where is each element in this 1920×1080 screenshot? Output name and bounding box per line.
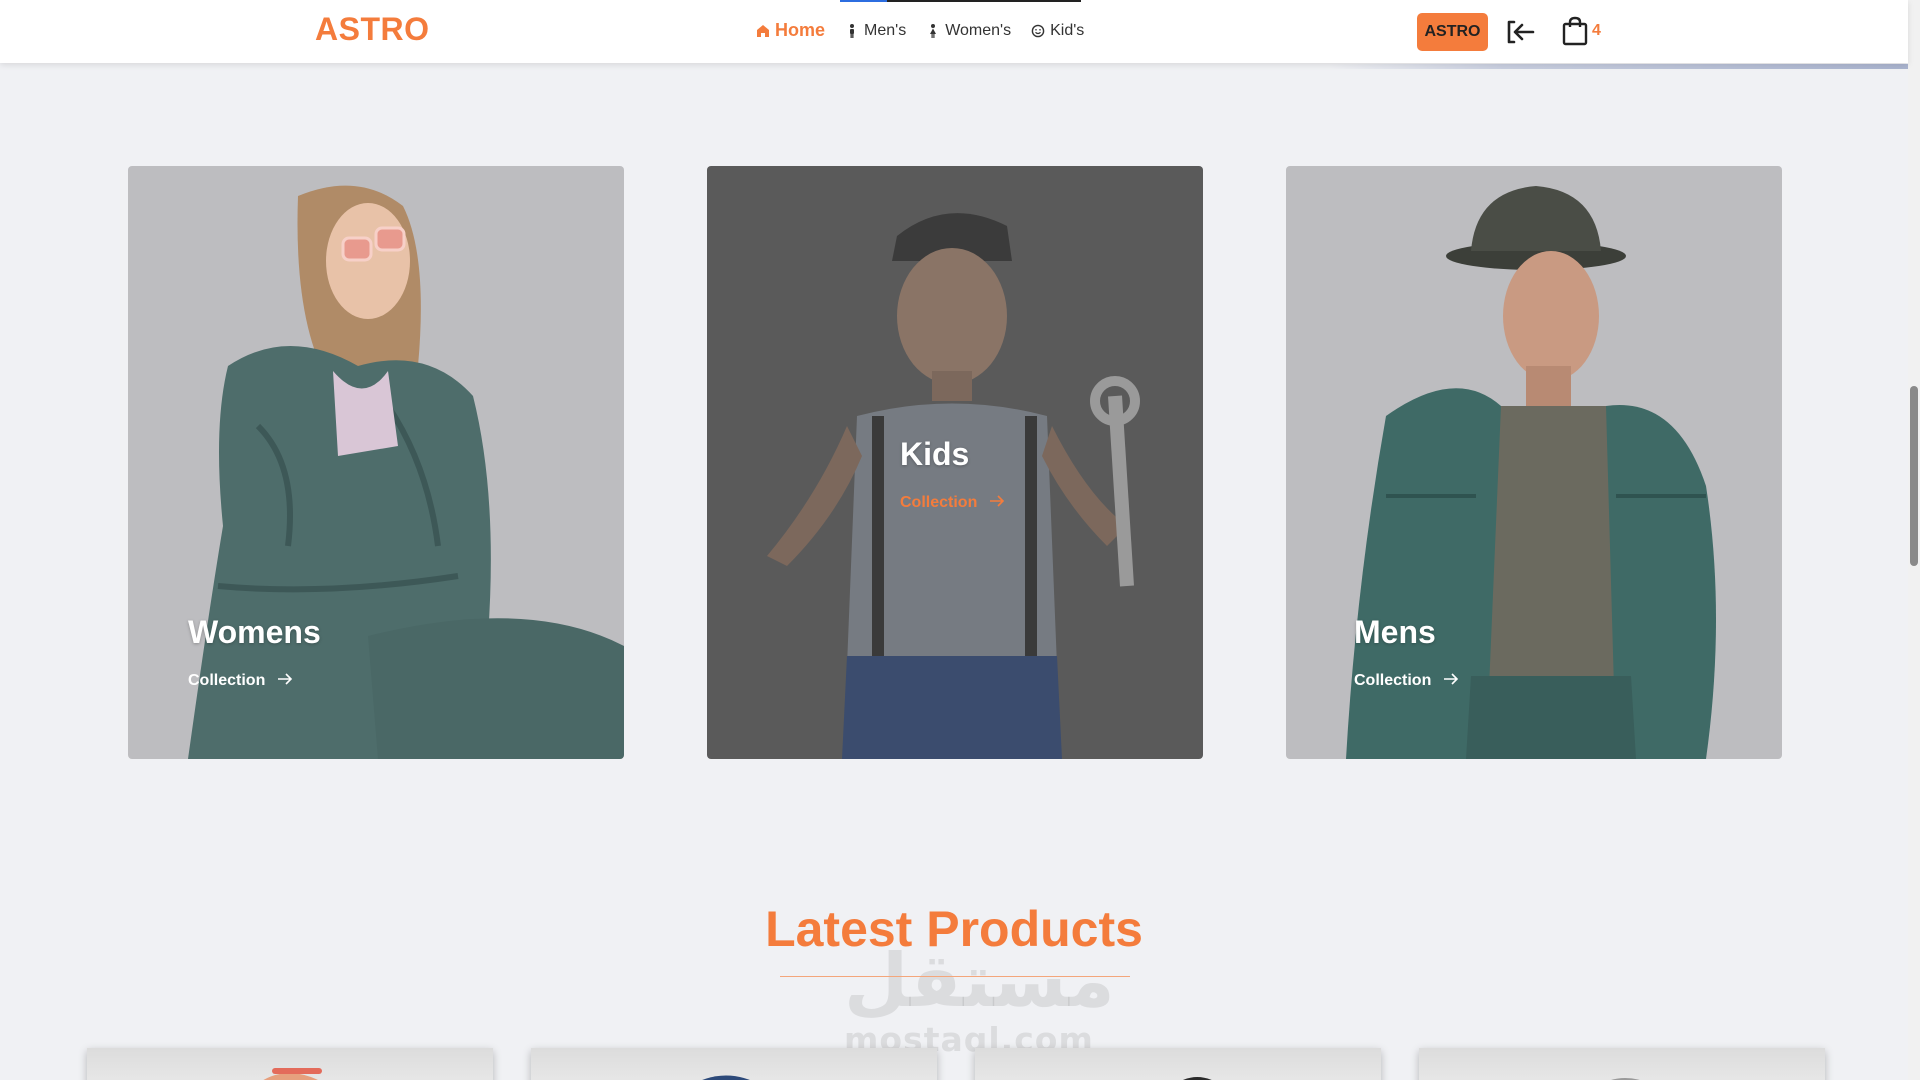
watermark: مستقل mostaql.com	[844, 940, 1115, 1060]
main-nav: Home Men's Women's Kid's	[756, 20, 1104, 41]
cart-button[interactable]: 4	[1562, 16, 1601, 51]
product-card[interactable]	[87, 1048, 493, 1080]
shopping-bag-icon	[1562, 16, 1588, 51]
nav-item-mens[interactable]: Men's	[845, 22, 906, 40]
collection-title: Mens	[1354, 614, 1436, 650]
progress-indicator-dark	[887, 0, 1081, 2]
arrow-right-icon	[277, 672, 293, 690]
home-icon	[756, 24, 770, 38]
nav-item-label: Men's	[864, 21, 907, 39]
collection-card-kids[interactable]: Kids Collection	[707, 166, 1203, 759]
collection-link-label: Collection	[900, 494, 978, 511]
smile-icon	[1031, 24, 1045, 38]
site-logo[interactable]: ASTRO	[315, 11, 430, 48]
collection-link-label: Collection	[1354, 672, 1432, 689]
nav-item-womens[interactable]: Women's	[926, 22, 1011, 40]
collection-link-label: Collection	[188, 672, 266, 689]
nav-item-label: Women's	[945, 21, 1012, 39]
collection-title: Kids	[900, 436, 970, 472]
collection-link[interactable]: Collection	[1354, 672, 1459, 690]
arrow-right-icon	[1443, 672, 1459, 690]
brand-button[interactable]: ASTRO	[1417, 13, 1488, 51]
product-image	[263, 1068, 322, 1080]
product-image	[1611, 1078, 1640, 1080]
collection-card-womens[interactable]: Womens Collection	[128, 166, 624, 759]
nav-item-label: Home	[775, 20, 826, 40]
product-card[interactable]	[1419, 1048, 1825, 1080]
nav-item-home[interactable]: Home	[756, 20, 825, 41]
mens-model-image	[1346, 186, 1716, 759]
arrow-right-icon	[989, 494, 1005, 512]
page-scrollbar[interactable]	[1908, 0, 1920, 1080]
hero-bottom-edge	[1330, 64, 1908, 69]
login-arrow-icon[interactable]	[1506, 18, 1536, 46]
cart-count-badge: 4	[1592, 22, 1601, 39]
section-divider	[780, 976, 1130, 977]
product-image	[702, 1075, 750, 1080]
section-title: Latest Products	[765, 901, 1143, 957]
collection-link[interactable]: Collection	[900, 494, 1005, 512]
progress-indicator-blue	[840, 0, 887, 2]
nav-item-label: Kid's	[1050, 21, 1085, 39]
female-icon	[926, 23, 940, 38]
product-card[interactable]	[975, 1048, 1381, 1080]
nav-item-kids[interactable]: Kid's	[1031, 22, 1084, 40]
male-icon	[845, 23, 859, 38]
collection-card-mens[interactable]: Mens Collection	[1286, 166, 1782, 759]
product-card[interactable]	[531, 1048, 937, 1080]
collection-title: Womens	[188, 614, 321, 650]
scrollbar-thumb[interactable]	[1910, 386, 1918, 566]
collection-link[interactable]: Collection	[188, 672, 293, 690]
product-image	[1183, 1077, 1212, 1080]
top-navbar: ASTRO Home Men's Women's Kid's ASTRO 4	[0, 0, 1908, 63]
womens-model-image	[188, 185, 624, 759]
